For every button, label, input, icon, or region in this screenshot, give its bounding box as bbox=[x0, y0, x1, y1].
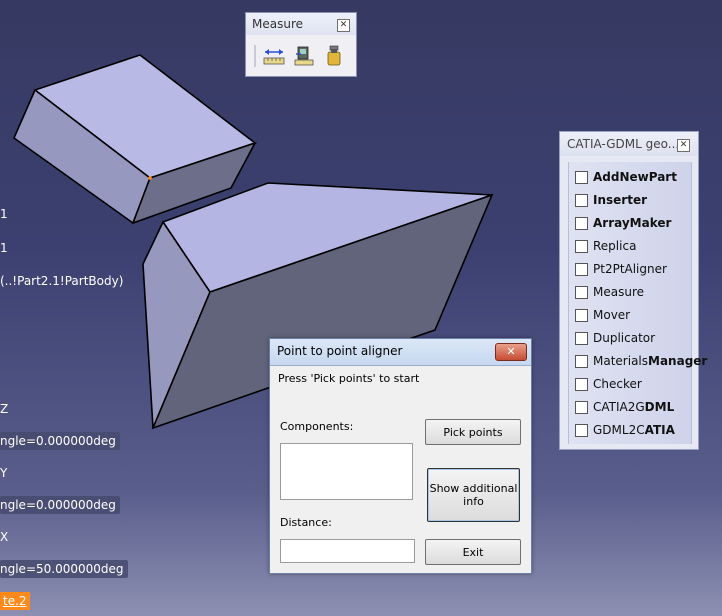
palette-item-text: Replica bbox=[593, 239, 637, 253]
palette-item-text: GDML2C bbox=[593, 423, 645, 437]
palette-item-text: Measure bbox=[593, 285, 644, 299]
measure-toolbar: Measure ✕ bbox=[245, 12, 357, 77]
palette-item[interactable]: AddNewPart bbox=[575, 167, 677, 187]
palette-checkbox[interactable] bbox=[575, 170, 588, 184]
close-icon[interactable]: ✕ bbox=[337, 19, 350, 32]
button-label: info bbox=[463, 495, 484, 508]
palette-item[interactable]: MaterialsManager bbox=[575, 351, 707, 371]
palette-item-text: ATIA bbox=[644, 423, 675, 437]
palette-item[interactable]: ArrayMaker bbox=[575, 213, 671, 233]
palette-item-label: Mover bbox=[593, 308, 630, 322]
palette-item-text: AddNewPart bbox=[593, 170, 677, 184]
tree-axis-z[interactable]: Z bbox=[0, 402, 8, 416]
palette-item-label: Inserter bbox=[593, 193, 647, 207]
palette-item-text: DML bbox=[644, 400, 675, 414]
tree-node-label[interactable]: 1 bbox=[0, 207, 8, 221]
palette-checkbox[interactable] bbox=[575, 216, 588, 230]
palette-checkbox[interactable] bbox=[575, 285, 588, 299]
palette-item-label: MaterialsManager bbox=[593, 354, 707, 368]
palette-item-text: Manager bbox=[648, 354, 708, 368]
toolbar-grip[interactable] bbox=[254, 45, 256, 67]
palette-item-label: Checker bbox=[593, 377, 642, 391]
tree-angle-value[interactable]: ngle=0.000000deg bbox=[0, 432, 120, 450]
palette-item-text: Checker bbox=[593, 377, 642, 391]
palette-item[interactable]: Replica bbox=[575, 236, 636, 256]
point-to-point-aligner-dialog: Point to point aligner ✕ Press 'Pick poi… bbox=[269, 338, 532, 574]
palette-item-text: Materials bbox=[593, 354, 649, 368]
button-label: Show additional bbox=[429, 482, 518, 495]
palette-item-text: CATIA2G bbox=[593, 400, 645, 414]
close-icon[interactable]: ✕ bbox=[677, 139, 690, 152]
measure-item-icon[interactable] bbox=[292, 44, 316, 68]
show-additional-info-button[interactable]: Show additional info bbox=[427, 468, 520, 522]
measure-inertia-icon[interactable] bbox=[322, 44, 346, 68]
palette-command-list: AddNewPart Inserter ArrayMaker Replica Pt2Pt… bbox=[568, 162, 707, 444]
upper-box-solid[interactable] bbox=[13, 54, 257, 225]
palette-checkbox[interactable] bbox=[575, 193, 588, 207]
tree-node-label[interactable]: 1 bbox=[0, 241, 8, 255]
palette-item-label: ArrayMaker bbox=[593, 216, 671, 230]
palette-item-text: ArrayMaker bbox=[593, 216, 672, 230]
palette-item-label: GDML2CATIA bbox=[593, 423, 675, 437]
palette-item-label: AddNewPart bbox=[593, 170, 677, 184]
distance-field[interactable] bbox=[280, 539, 415, 563]
palette-item[interactable]: GDML2CATIA bbox=[575, 420, 675, 440]
tree-angle-value[interactable]: ngle=0.000000deg bbox=[0, 496, 120, 514]
palette-item-label: Duplicator bbox=[593, 331, 655, 345]
palette-checkbox[interactable] bbox=[575, 377, 588, 391]
palette-item[interactable]: Checker bbox=[575, 374, 642, 394]
palette-item-label: CATIA2GDML bbox=[593, 400, 674, 414]
palette-item-text: Inserter bbox=[593, 193, 647, 207]
palette-item-label: Pt2PtAligner bbox=[593, 262, 667, 276]
tree-highlighted-node[interactable]: te.2 bbox=[0, 592, 30, 610]
tree-node-label[interactable]: (..!Part2.1!PartBody) bbox=[0, 274, 123, 288]
measure-between-icon[interactable] bbox=[262, 44, 286, 68]
palette-checkbox[interactable] bbox=[575, 262, 588, 276]
pick-points-button[interactable]: Pick points bbox=[425, 419, 521, 445]
palette-checkbox[interactable] bbox=[575, 331, 588, 345]
palette-checkbox[interactable] bbox=[575, 354, 588, 368]
palette-item-text: Pt2PtAligner bbox=[593, 262, 667, 276]
tree-angle-value[interactable]: ngle=50.000000deg bbox=[0, 560, 128, 578]
palette-item-label: Measure bbox=[593, 285, 644, 299]
palette-checkbox[interactable] bbox=[575, 308, 588, 322]
palette-item[interactable]: Pt2PtAligner bbox=[575, 259, 667, 279]
tree-axis-y[interactable]: Y bbox=[0, 466, 7, 480]
instruction-text: Press 'Pick points' to start bbox=[278, 372, 420, 385]
components-label: Components: bbox=[280, 420, 354, 433]
palette-checkbox[interactable] bbox=[575, 400, 588, 414]
tree-axis-x[interactable]: X bbox=[0, 530, 8, 544]
palette-item[interactable]: Mover bbox=[575, 305, 630, 325]
palette-checkbox[interactable] bbox=[575, 239, 588, 253]
palette-item-text: Duplicator bbox=[593, 331, 656, 345]
palette-item-label: Replica bbox=[593, 239, 636, 253]
palette-item-text: Mover bbox=[593, 308, 631, 322]
dialog-title: Point to point aligner bbox=[270, 339, 531, 366]
palette-checkbox[interactable] bbox=[575, 423, 588, 437]
components-listbox[interactable] bbox=[280, 443, 413, 500]
exit-button[interactable]: Exit bbox=[425, 539, 521, 565]
palette-item[interactable]: CATIA2GDML bbox=[575, 397, 674, 417]
close-button[interactable]: ✕ bbox=[495, 343, 527, 361]
catia-gdml-palette: CATIA-GDML geo... ✕ AddNewPart Inserter Ar… bbox=[559, 131, 707, 450]
palette-item[interactable]: Measure bbox=[575, 282, 644, 302]
palette-item[interactable]: Duplicator bbox=[575, 328, 655, 348]
palette-item[interactable]: Inserter bbox=[575, 190, 647, 210]
distance-label: Distance: bbox=[280, 516, 332, 529]
